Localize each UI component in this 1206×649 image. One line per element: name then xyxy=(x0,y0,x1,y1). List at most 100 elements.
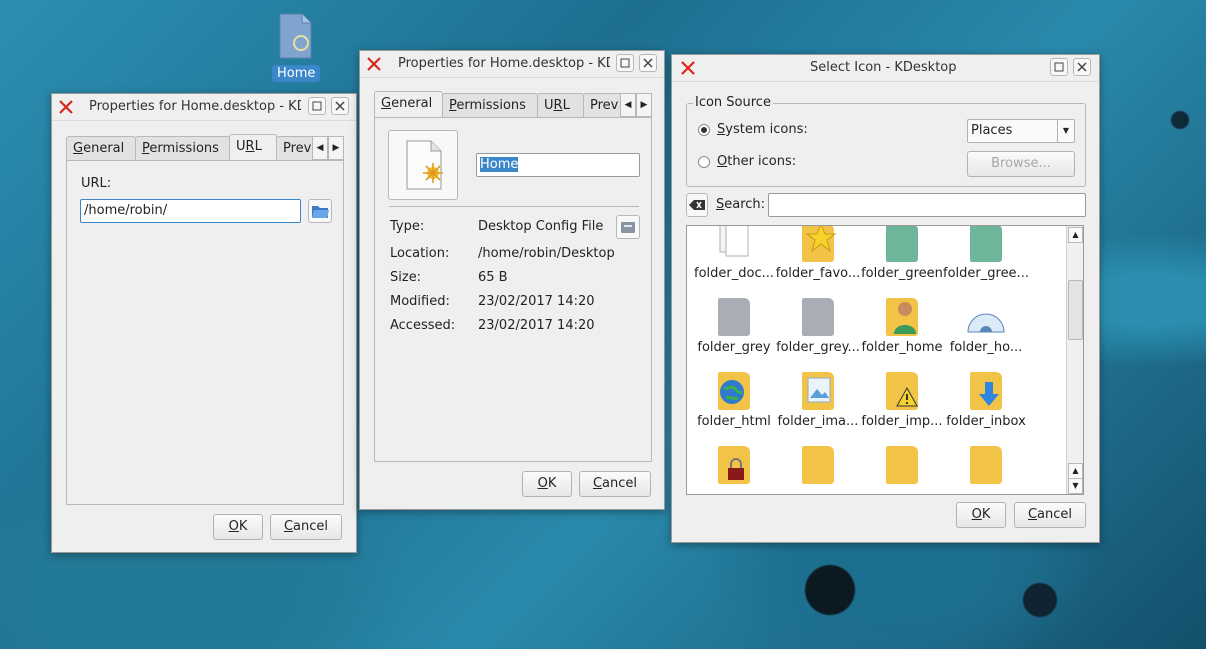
icon-folder-favorites[interactable]: folder_favo... xyxy=(775,226,861,281)
icon-folder-images[interactable]: folder_ima... xyxy=(775,366,861,429)
icon-folder-yellow-2[interactable] xyxy=(943,440,1029,488)
name-selection: Home xyxy=(480,157,519,172)
arrow-left-icon: ◀ xyxy=(316,143,324,153)
cancel-button[interactable]: Cancel xyxy=(270,514,342,540)
arrow-left-icon: ◀ xyxy=(624,100,632,110)
other-icons-radio[interactable] xyxy=(698,156,710,168)
icon-folder-documents[interactable]: folder_doc... xyxy=(691,226,777,281)
clear-search-button[interactable] xyxy=(686,193,708,217)
arrow-up-icon: ▲ xyxy=(1072,466,1079,475)
arrow-right-icon: ▶ xyxy=(332,143,340,153)
tab-general[interactable]: General xyxy=(374,91,443,117)
icon-folder-documents-2[interactable] xyxy=(775,440,861,488)
ok-button[interactable]: OK xyxy=(956,502,1006,528)
clear-left-icon xyxy=(689,200,705,210)
icon-name: folder_favo... xyxy=(775,266,861,281)
scroll-down-button[interactable]: ▼ xyxy=(1068,478,1083,494)
icon-folder-home[interactable]: folder_home xyxy=(859,292,945,355)
tab-preview[interactable]: Prev xyxy=(583,93,623,117)
desktop-icon-label: Home xyxy=(272,65,321,82)
tab-url[interactable]: URL xyxy=(537,93,584,117)
tab-preview[interactable]: Prev xyxy=(276,136,314,160)
icon-folder-grey[interactable]: folder_grey xyxy=(691,292,777,355)
search-input[interactable] xyxy=(768,193,1086,217)
icon-folder-home-2[interactable]: folder_ho... xyxy=(943,292,1029,355)
location-value: /home/robin/Desktop xyxy=(478,246,615,261)
icon-grid-scrollbar[interactable]: ▲ ▲ ▼ xyxy=(1066,226,1083,494)
close-icon[interactable] xyxy=(678,58,698,78)
arrow-up-icon: ▲ xyxy=(1072,230,1079,239)
window-title: Select Icon - KDesktop xyxy=(810,60,957,75)
icon-folder-green-2[interactable]: folder_gree... xyxy=(943,226,1029,281)
close-button[interactable] xyxy=(331,97,349,115)
modified-label: Modified: xyxy=(390,294,450,309)
close-button[interactable] xyxy=(639,54,657,72)
folder-lock-icon xyxy=(714,440,754,484)
arrow-down-icon: ▼ xyxy=(1072,481,1079,490)
tab-scroll-right[interactable]: ▶ xyxy=(636,93,652,117)
maximize-button[interactable] xyxy=(1050,58,1068,76)
icon-folder-yellow[interactable] xyxy=(859,440,945,488)
size-value: 65 B xyxy=(478,270,508,285)
icon-picker-button[interactable] xyxy=(388,130,458,200)
desktop-icon-home[interactable]: Home xyxy=(272,13,321,82)
icon-name: folder_doc... xyxy=(694,266,774,281)
type-label: Type: xyxy=(390,219,425,234)
other-icons-label: Other icons: xyxy=(717,154,797,169)
scroll-up-button[interactable]: ▲ xyxy=(1068,227,1083,243)
folder-green-icon xyxy=(966,226,1006,262)
tab-panel: URL: /home/robin/ xyxy=(66,160,344,505)
search-label: Search: xyxy=(716,197,766,212)
icon-name: folder_grey... xyxy=(776,340,860,355)
tab-panel: Home Type: Desktop Config File Location:… xyxy=(374,117,652,462)
close-icon[interactable] xyxy=(364,54,384,74)
tab-scroll-left[interactable]: ◀ xyxy=(620,93,636,117)
close-icon[interactable] xyxy=(56,97,76,117)
icon-name: folder_green xyxy=(861,266,943,281)
scroll-up-button-bottom[interactable]: ▲ xyxy=(1068,463,1083,479)
folder-yellow-icon xyxy=(882,440,922,484)
icon-folder-inbox[interactable]: folder_inbox xyxy=(943,366,1029,429)
places-select[interactable]: Places ▼ xyxy=(967,119,1075,143)
tab-general[interactable]: General xyxy=(66,136,136,160)
tab-scroll-right[interactable]: ▶ xyxy=(328,136,344,160)
icon-folder-html[interactable]: folder_html xyxy=(691,366,777,429)
ok-button[interactable]: OK xyxy=(522,471,572,497)
folder-home-icon xyxy=(882,292,922,336)
igloo-icon xyxy=(966,292,1006,336)
tab-scroll-left[interactable]: ◀ xyxy=(312,136,328,160)
icon-folder-locked[interactable] xyxy=(691,440,777,488)
name-input[interactable]: Home xyxy=(476,153,640,177)
ok-button[interactable]: OK xyxy=(213,514,263,540)
browse-url-button[interactable] xyxy=(308,199,332,223)
tab-url[interactable]: URL xyxy=(229,134,277,160)
url-input[interactable]: /home/robin/ xyxy=(80,199,301,223)
maximize-button[interactable] xyxy=(616,54,634,72)
scroll-thumb[interactable] xyxy=(1068,280,1083,340)
icon-name: folder_home xyxy=(861,340,943,355)
tab-permissions[interactable]: Permissions xyxy=(135,136,230,160)
maximize-icon xyxy=(1054,62,1064,72)
accessed-label: Accessed: xyxy=(390,318,456,333)
icon-folder-green[interactable]: folder_green xyxy=(859,226,945,281)
icon-folder-important[interactable]: folder_imp... xyxy=(859,366,945,429)
tab-bar: General Permissions URL Prev ◀ ▶ xyxy=(66,134,346,161)
edit-filetype-button[interactable] xyxy=(616,215,640,239)
cancel-button[interactable]: Cancel xyxy=(579,471,651,497)
titlebar: Select Icon - KDesktop xyxy=(672,55,1099,82)
places-value: Places xyxy=(971,123,1013,138)
maximize-button[interactable] xyxy=(308,97,326,115)
icon-grid[interactable]: folder_doc... folder_favo... folder_gree… xyxy=(686,225,1084,495)
browse-button[interactable]: Browse... xyxy=(967,151,1075,177)
configure-icon xyxy=(621,222,635,233)
cancel-button[interactable]: Cancel xyxy=(1014,502,1086,528)
system-icons-radio[interactable] xyxy=(698,124,710,136)
icon-name: folder_gree... xyxy=(943,266,1029,281)
close-button[interactable] xyxy=(1073,58,1091,76)
icon-folder-grey-2[interactable]: folder_grey... xyxy=(775,292,861,355)
tab-permissions[interactable]: Permissions xyxy=(442,93,538,117)
folder-globe-icon xyxy=(714,366,754,410)
window-title: Properties for Home.desktop - KDes xyxy=(398,56,610,71)
window-title: Properties for Home.desktop - KDes xyxy=(89,99,301,114)
titlebar: Properties for Home.desktop - KDes xyxy=(360,51,664,78)
